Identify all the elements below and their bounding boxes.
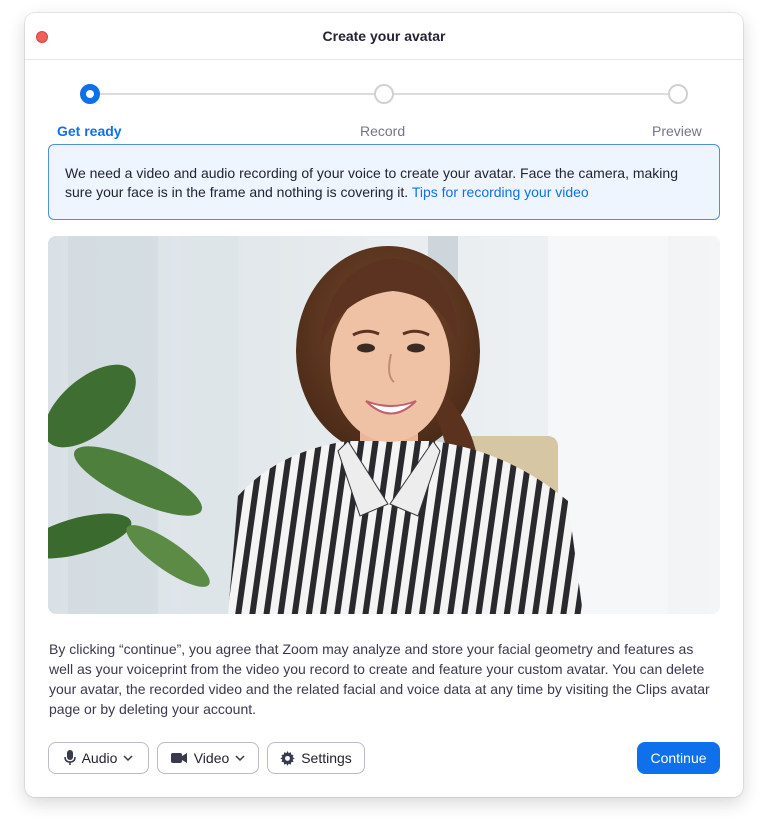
microphone-icon xyxy=(63,750,76,766)
video-label: Video xyxy=(193,750,230,766)
audio-label: Audio xyxy=(81,750,118,766)
step-indicator-preview xyxy=(668,84,688,104)
audio-button[interactable]: Audio xyxy=(48,742,149,774)
gear-icon xyxy=(280,750,295,766)
info-banner: We need a video and audio recording of y… xyxy=(48,144,720,220)
video-button[interactable]: Video xyxy=(157,742,259,774)
step-connector xyxy=(100,93,374,95)
chevron-down-icon xyxy=(123,755,133,761)
window-title: Create your avatar xyxy=(322,28,446,44)
video-camera-icon xyxy=(170,752,188,764)
chevron-down-icon xyxy=(235,755,245,761)
step-connector xyxy=(394,93,668,95)
step-indicator-record xyxy=(374,84,394,104)
continue-button[interactable]: Continue xyxy=(637,742,720,774)
settings-label: Settings xyxy=(301,750,352,766)
avatar-window: Create your avatar Get ready Record Prev… xyxy=(25,13,743,797)
camera-preview-image xyxy=(48,236,720,614)
step-label-record: Record xyxy=(360,123,406,139)
tips-link[interactable]: Tips for recording your video xyxy=(412,184,589,200)
camera-preview xyxy=(48,236,720,614)
progress-stepper: Get ready Record Preview xyxy=(25,83,743,143)
title-bar: Create your avatar xyxy=(25,13,743,60)
step-label-get-ready: Get ready xyxy=(57,123,122,139)
step-label-preview: Preview xyxy=(652,123,702,139)
consent-text: By clicking “continue”, you agree that Z… xyxy=(49,641,710,717)
step-indicator-get-ready xyxy=(80,84,100,104)
settings-button[interactable]: Settings xyxy=(267,742,365,774)
